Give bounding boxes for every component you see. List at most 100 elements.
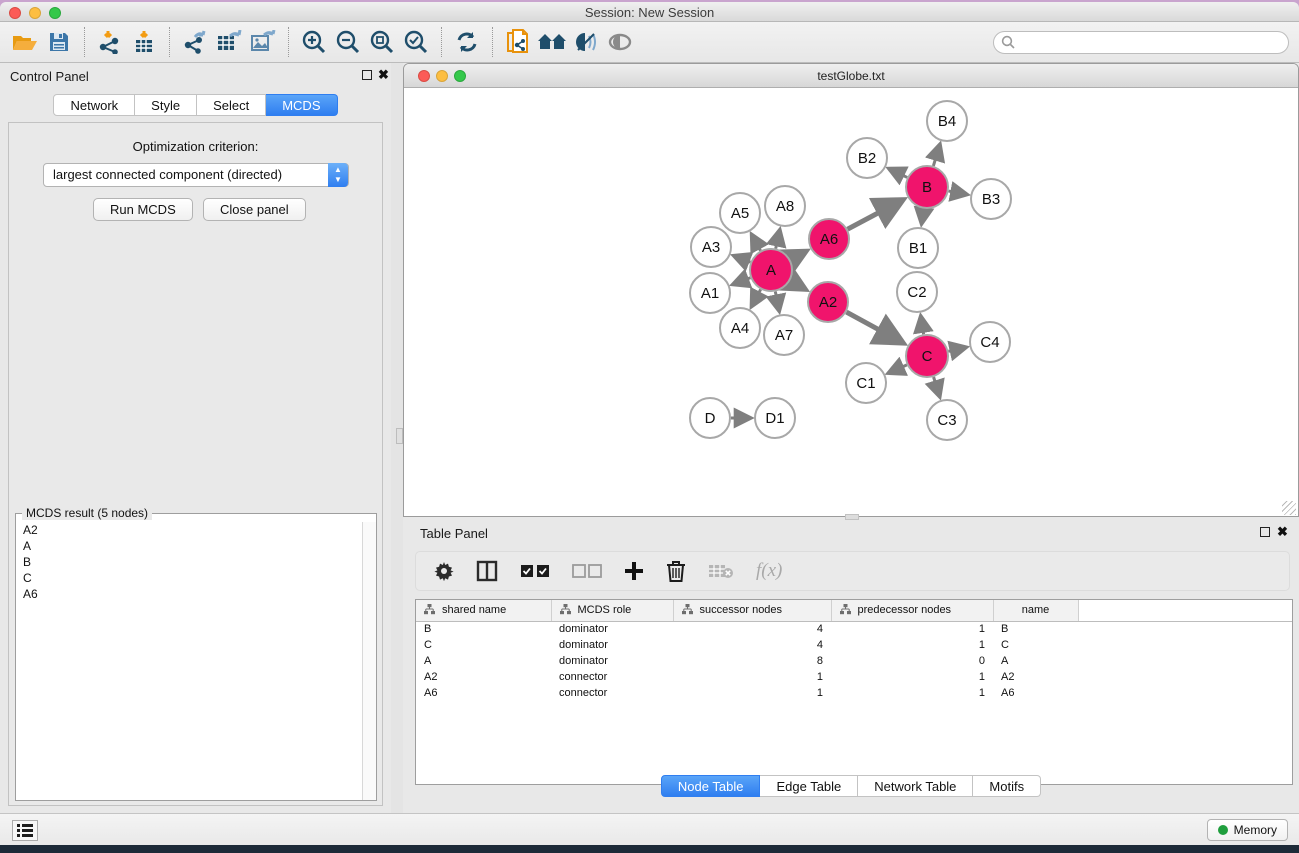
column-header-MCDS-role[interactable]: MCDS role xyxy=(551,600,673,621)
table-cell[interactable]: A2 xyxy=(416,669,551,685)
table-cell[interactable]: 4 xyxy=(673,637,831,653)
graph-edge-A-A1[interactable] xyxy=(733,278,750,284)
table-row[interactable]: A6connector11A6 xyxy=(416,685,1292,701)
graph-edge-A2-C[interactable] xyxy=(846,312,901,342)
table-cell[interactable]: A6 xyxy=(416,685,551,701)
result-item[interactable]: B xyxy=(16,554,361,570)
hide-panel-button[interactable] xyxy=(569,26,603,58)
graph-edge-A-A8[interactable] xyxy=(776,230,780,248)
home-button[interactable] xyxy=(535,26,569,58)
open-session-button[interactable] xyxy=(8,26,42,58)
close-panel-button[interactable]: Close panel xyxy=(203,198,306,221)
memory-button[interactable]: Memory xyxy=(1207,819,1288,841)
result-item[interactable]: C xyxy=(16,570,361,586)
graph-edge-C-C1[interactable] xyxy=(889,365,907,373)
graph-edge-B-B2[interactable] xyxy=(889,169,907,178)
graph-edge-C-C4[interactable] xyxy=(948,347,965,351)
search-input[interactable] xyxy=(993,31,1289,54)
export-image-button[interactable] xyxy=(246,26,280,58)
function-builder-button[interactable]: f(x) xyxy=(756,560,782,582)
float-panel-icon[interactable] xyxy=(362,70,372,80)
table-cell[interactable]: A xyxy=(416,653,551,669)
graph-edge-A-A4[interactable] xyxy=(752,289,761,306)
export-network-button[interactable] xyxy=(178,26,212,58)
save-session-button[interactable] xyxy=(42,26,76,58)
add-column-button[interactable] xyxy=(624,561,644,581)
zoom-selected-button[interactable] xyxy=(399,26,433,58)
table-cell[interactable]: 1 xyxy=(831,637,993,653)
show-column-button[interactable] xyxy=(476,560,498,582)
table-cell[interactable]: B xyxy=(993,621,1078,637)
table-cell[interactable]: C xyxy=(416,637,551,653)
new-network-from-file-button[interactable] xyxy=(501,26,535,58)
result-item[interactable]: A xyxy=(16,538,361,554)
graph-edge-A-A7[interactable] xyxy=(775,292,779,311)
table-cell[interactable]: B xyxy=(416,621,551,637)
column-header-predecessor-nodes[interactable]: predecessor nodes xyxy=(831,600,993,621)
table-row[interactable]: Cdominator41C xyxy=(416,637,1292,653)
table-cell[interactable]: 0 xyxy=(831,653,993,669)
show-panel-eye-button[interactable] xyxy=(603,26,637,58)
mcds-result-list[interactable]: A2ABCA6 xyxy=(16,522,361,800)
tab-style[interactable]: Style xyxy=(135,94,197,116)
graph-edge-C-C2[interactable] xyxy=(921,317,924,335)
close-panel-icon[interactable]: ✖ xyxy=(378,67,389,83)
table-cell[interactable]: 1 xyxy=(673,685,831,701)
column-header-name[interactable]: name xyxy=(993,600,1078,621)
refresh-layout-button[interactable] xyxy=(450,26,484,58)
table-cell[interactable]: dominator xyxy=(551,637,673,653)
table-row[interactable]: Bdominator41B xyxy=(416,621,1292,637)
delete-column-button[interactable] xyxy=(666,560,686,582)
table-cell[interactable]: 8 xyxy=(673,653,831,669)
graph-edge-B-B3[interactable] xyxy=(949,191,967,194)
criterion-select[interactable]: largest connected component (directed) ▲… xyxy=(43,163,349,187)
table-cell[interactable]: connector xyxy=(551,669,673,685)
export-table-button[interactable] xyxy=(212,26,246,58)
attribute-table[interactable]: shared nameMCDS rolesuccessor nodesprede… xyxy=(416,600,1292,701)
unselect-all-button[interactable] xyxy=(572,564,602,578)
tab-motifs[interactable]: Motifs xyxy=(973,775,1041,797)
table-cell[interactable]: 1 xyxy=(831,621,993,637)
table-settings-button[interactable] xyxy=(434,561,454,581)
result-scrollbar[interactable] xyxy=(362,522,376,800)
table-close-icon[interactable]: ✖ xyxy=(1277,524,1288,540)
graph-edge-A-A6[interactable] xyxy=(790,252,804,259)
graph-edge-A-A5[interactable] xyxy=(752,235,761,251)
result-item[interactable]: A6 xyxy=(16,586,361,602)
table-row[interactable]: Adominator80A xyxy=(416,653,1292,669)
graph-edge-B-B4[interactable] xyxy=(933,145,939,166)
graph-edge-A6-B[interactable] xyxy=(848,201,902,230)
zoom-in-button[interactable] xyxy=(297,26,331,58)
table-cell[interactable]: A xyxy=(993,653,1078,669)
table-cell[interactable]: 1 xyxy=(831,685,993,701)
network-window-titlebar[interactable]: testGlobe.txt xyxy=(404,64,1298,88)
table-cell[interactable]: dominator xyxy=(551,653,673,669)
tab-network-table[interactable]: Network Table xyxy=(858,775,973,797)
table-cell[interactable]: dominator xyxy=(551,621,673,637)
tab-mcds[interactable]: MCDS xyxy=(266,94,337,116)
column-header-successor-nodes[interactable]: successor nodes xyxy=(673,600,831,621)
graph-edge-A-A3[interactable] xyxy=(734,256,750,262)
table-cell[interactable]: A6 xyxy=(993,685,1078,701)
table-cell[interactable]: A2 xyxy=(993,669,1078,685)
import-network-button[interactable] xyxy=(93,26,127,58)
graph-edge-B-B1[interactable] xyxy=(922,209,924,224)
zoom-fit-button[interactable] xyxy=(365,26,399,58)
tab-network[interactable]: Network xyxy=(53,94,135,116)
zoom-out-button[interactable] xyxy=(331,26,365,58)
splitter-grip[interactable] xyxy=(396,428,403,444)
tab-edge-table[interactable]: Edge Table xyxy=(760,775,858,797)
table-float-icon[interactable] xyxy=(1260,527,1270,537)
table-cell[interactable]: 1 xyxy=(673,669,831,685)
result-item[interactable]: A2 xyxy=(16,522,361,538)
graph-edge-C-C3[interactable] xyxy=(934,377,940,396)
column-header-shared-name[interactable]: shared name xyxy=(416,600,551,621)
table-cell[interactable]: C xyxy=(993,637,1078,653)
task-history-button[interactable] xyxy=(12,820,38,841)
network-canvas[interactable]: B4B2BB3A5A8A6A3B1AA1C2A2A4A7C4CC1C3DD1 xyxy=(405,88,1297,516)
graph-edge-A-A2[interactable] xyxy=(790,281,803,289)
select-all-button[interactable] xyxy=(520,564,550,578)
window-resize-grip[interactable] xyxy=(1282,501,1296,515)
import-table-button[interactable] xyxy=(127,26,161,58)
run-mcds-button[interactable]: Run MCDS xyxy=(93,198,193,221)
